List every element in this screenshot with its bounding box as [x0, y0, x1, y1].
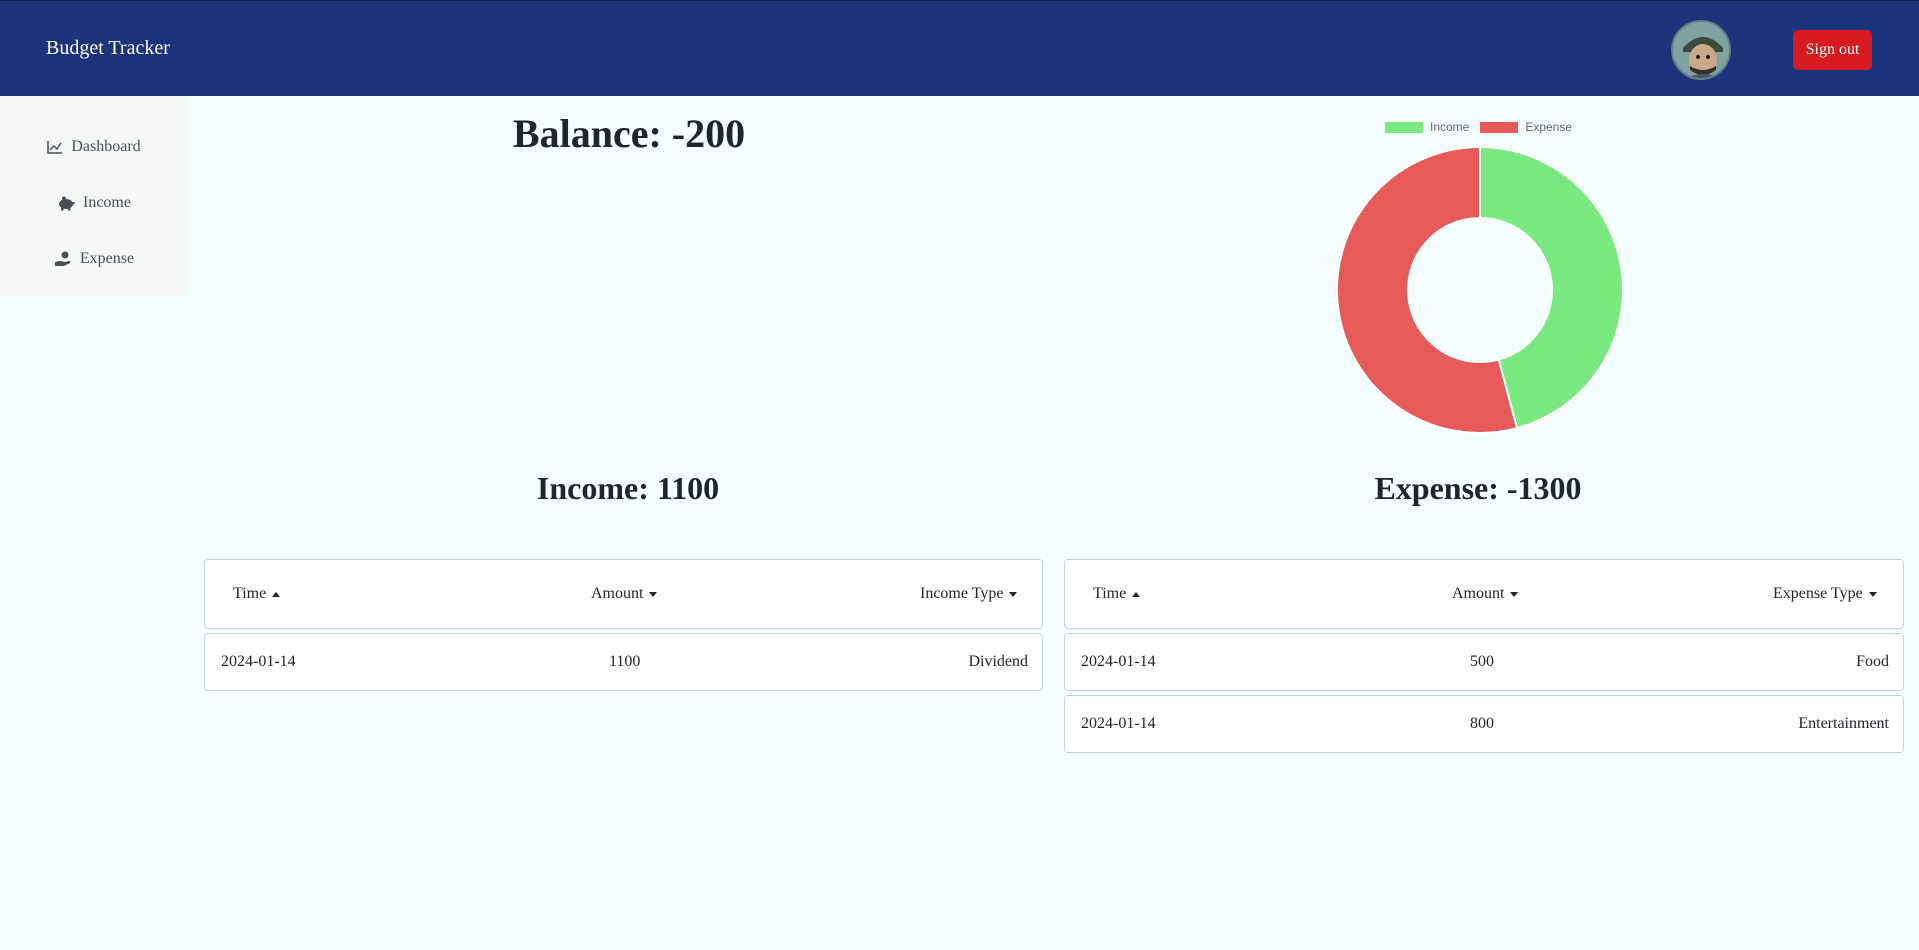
row-type: Dividend — [968, 653, 1028, 670]
chart-legend: Income Expense — [1385, 119, 1583, 135]
table-row[interactable]: 2024-01-14 1100 Dividend — [204, 633, 1043, 691]
income-heading: Income: 1100 — [536, 470, 720, 506]
row-time: 2024-01-14 — [1081, 715, 1156, 732]
legend-swatch-expense — [1480, 121, 1519, 133]
legend-item-income[interactable]: Income — [1385, 120, 1469, 134]
expense-sort-type[interactable]: Expense Type — [1773, 560, 1877, 628]
column-header-amount: Amount — [591, 585, 644, 602]
row-amount: 500 — [1470, 653, 1494, 670]
balance-heading: Balance: -200 — [512, 111, 746, 156]
sort-desc-icon — [1510, 591, 1519, 597]
sidebar-item-income[interactable]: Income — [0, 188, 188, 218]
sidebar-item-label: Dashboard — [71, 138, 141, 155]
hand-holding-dollar-icon — [54, 251, 71, 266]
income-expense-donut-chart — [1336, 145, 1624, 434]
sort-desc-icon — [1868, 591, 1877, 597]
sort-asc-icon — [1132, 591, 1141, 597]
income-table-header: Time Amount Income Type — [204, 559, 1043, 629]
table-row[interactable]: 2024-01-14 500 Food — [1064, 633, 1904, 691]
legend-label-expense: Expense — [1525, 120, 1573, 134]
row-amount: 800 — [1470, 715, 1494, 732]
expense-sort-time[interactable]: Time — [1093, 560, 1141, 628]
income-sort-type[interactable]: Income Type — [920, 560, 1018, 628]
row-type: Food — [1856, 653, 1889, 670]
row-time: 2024-01-14 — [221, 653, 296, 670]
sidebar-item-label: Expense — [79, 250, 135, 267]
top-navbar: Budget Tracker Sign out — [0, 0, 1919, 96]
income-sort-amount[interactable]: Amount — [591, 560, 658, 628]
sidebar: Dashboard Income Expense — [0, 96, 188, 296]
sidebar-item-expense[interactable]: Expense — [0, 244, 188, 274]
chart-line-icon — [47, 141, 63, 154]
expense-table-header: Time Amount Expense Type — [1064, 559, 1904, 629]
column-header-expense-type: Expense Type — [1773, 585, 1863, 602]
column-header-time: Time — [233, 585, 267, 602]
legend-swatch-income — [1385, 121, 1423, 133]
expense-sort-amount[interactable]: Amount — [1452, 560, 1519, 628]
sign-out-button[interactable]: Sign out — [1793, 30, 1872, 70]
column-header-amount: Amount — [1452, 585, 1505, 602]
avatar[interactable] — [1671, 20, 1731, 80]
table-row[interactable]: 2024-01-14 800 Entertainment — [1064, 695, 1904, 753]
legend-item-expense[interactable]: Expense — [1480, 120, 1572, 134]
legend-label-income: Income — [1430, 120, 1470, 134]
sort-desc-icon — [649, 591, 658, 597]
row-time: 2024-01-14 — [1081, 653, 1156, 670]
income-sort-time[interactable]: Time — [233, 560, 281, 628]
expense-heading: Expense: -1300 — [1374, 470, 1582, 506]
sort-asc-icon — [272, 591, 281, 597]
avatar-image — [1673, 22, 1729, 78]
sidebar-item-dashboard[interactable]: Dashboard — [0, 132, 188, 162]
column-header-income-type: Income Type — [920, 585, 1004, 602]
row-amount: 1100 — [609, 653, 641, 670]
row-type: Entertainment — [1798, 715, 1889, 732]
sort-desc-icon — [1009, 591, 1018, 597]
piggy-bank-icon — [59, 196, 75, 210]
column-header-time: Time — [1093, 585, 1127, 602]
brand-title[interactable]: Budget Tracker — [46, 37, 170, 60]
sidebar-item-label: Income — [83, 194, 131, 211]
